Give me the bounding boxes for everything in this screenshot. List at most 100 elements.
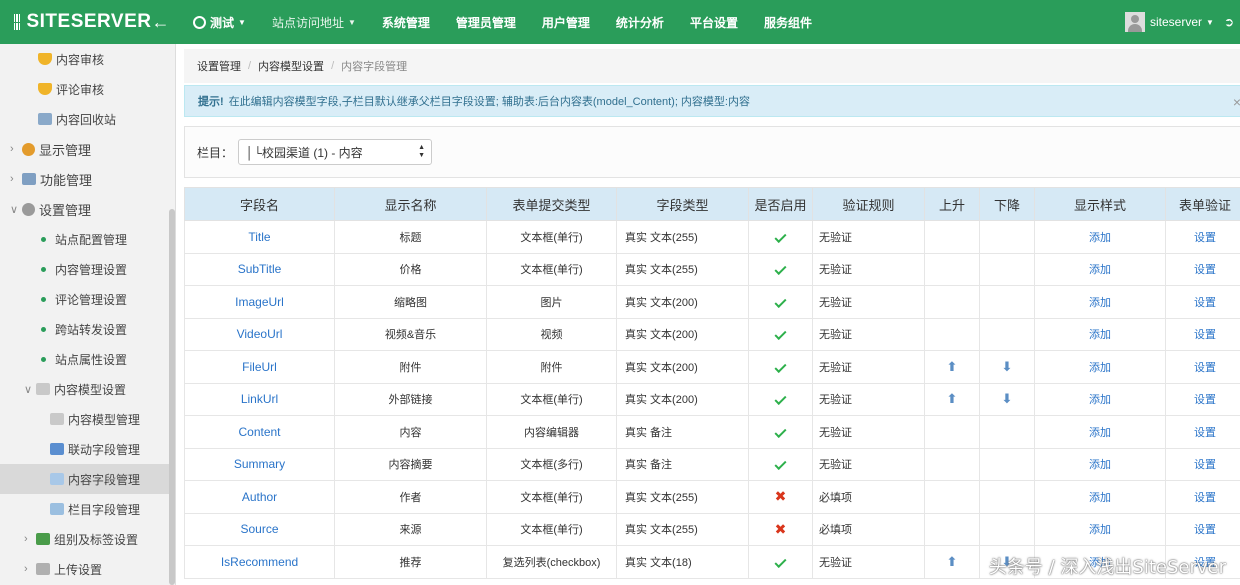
add-style-link[interactable]: 添加 bbox=[1089, 492, 1111, 504]
set-validation-link[interactable]: 设置 bbox=[1194, 459, 1216, 471]
move-down-cell bbox=[979, 415, 1035, 449]
chevron-right-icon: › bbox=[24, 563, 28, 575]
display-name-cell: 附件 bbox=[334, 350, 487, 384]
move-up-cell bbox=[924, 512, 980, 546]
field-name-link[interactable]: LinkUrl bbox=[184, 382, 335, 416]
sidebar-item[interactable]: 站点配置管理 bbox=[0, 224, 175, 254]
select-arrows-icon: ▲ ▼ bbox=[418, 144, 426, 159]
sidebar-item[interactable]: 内容管理设置 bbox=[0, 254, 175, 284]
sidebar-item-label: 内容审核 bbox=[56, 52, 105, 67]
set-validation-link[interactable]: 设置 bbox=[1194, 524, 1216, 536]
add-style-link[interactable]: 添加 bbox=[1089, 264, 1111, 276]
nav-admin[interactable]: 管理员管理 bbox=[443, 0, 529, 44]
sidebar-item[interactable]: ∨ 设置管理 bbox=[0, 194, 175, 224]
field-name-link[interactable]: IsRecommend bbox=[184, 545, 335, 579]
nav-system[interactable]: 系统管理 bbox=[369, 0, 443, 44]
sidebar-item[interactable]: 联动字段管理 bbox=[0, 434, 175, 464]
wrench-icon bbox=[22, 173, 36, 185]
set-validation-link[interactable]: 设置 bbox=[1194, 329, 1216, 341]
field-name-link[interactable]: FileUrl bbox=[184, 350, 335, 384]
chart-icon bbox=[50, 443, 64, 455]
display-name-cell: 价格 bbox=[334, 252, 487, 286]
enabled-cell bbox=[748, 220, 813, 254]
sidebar-item-label: 栏目字段管理 bbox=[68, 502, 141, 517]
field-name-link[interactable]: Content bbox=[184, 415, 335, 449]
add-style-link[interactable]: 添加 bbox=[1089, 232, 1111, 244]
arrow-down-icon[interactable]: ⬇ bbox=[1002, 359, 1013, 374]
arrow-up-icon[interactable]: ⬆ bbox=[947, 391, 958, 406]
nav-stats[interactable]: 统计分析 bbox=[603, 0, 677, 44]
nav-site-selector[interactable]: 测试 ▼ bbox=[180, 0, 259, 44]
channel-select[interactable]: │└校园渠道 (1) - 内容 ▲ ▼ bbox=[238, 139, 433, 165]
set-validation-link[interactable]: 设置 bbox=[1194, 492, 1216, 504]
rule-cell: 无验证 bbox=[812, 350, 925, 384]
field-name-link[interactable]: VideoUrl bbox=[184, 317, 335, 351]
add-style-link[interactable]: 添加 bbox=[1089, 524, 1111, 536]
move-up-cell: ⬆ bbox=[924, 382, 980, 416]
set-validation-link[interactable]: 设置 bbox=[1194, 264, 1216, 276]
sidebar-item[interactable]: 内容审核 bbox=[0, 44, 175, 74]
nav-site-url[interactable]: 站点访问地址 ▼ bbox=[259, 0, 369, 44]
grid-doc-icon bbox=[50, 503, 64, 515]
add-style-link[interactable]: 添加 bbox=[1089, 329, 1111, 341]
set-validation-link[interactable]: 设置 bbox=[1194, 232, 1216, 244]
shield-icon bbox=[38, 83, 52, 95]
collapse-arrow-icon[interactable]: ← bbox=[152, 12, 171, 33]
arrow-up-icon[interactable]: ⬆ bbox=[947, 359, 958, 374]
sidebar-item[interactable]: 站点属性设置 bbox=[0, 344, 175, 374]
nav-services[interactable]: 服务组件 bbox=[751, 0, 825, 44]
sidebar-item[interactable]: › 显示管理 bbox=[0, 134, 175, 164]
sidebar-item[interactable]: 内容模型管理 bbox=[0, 404, 175, 434]
nav-platform[interactable]: 平台设置 bbox=[677, 0, 751, 44]
arrow-up-icon[interactable]: ⬆ bbox=[947, 554, 958, 569]
table-row: Source 来源 文本框(单行) 真实 文本(255) ✖ 必填项 添加 设置 bbox=[184, 512, 1240, 546]
table-header-row: 字段名 显示名称 表单提交类型 字段类型 是否启用 验证规则 上升 下降 显示样… bbox=[184, 187, 1240, 221]
add-style-link[interactable]: 添加 bbox=[1089, 362, 1111, 374]
add-style-link[interactable]: 添加 bbox=[1089, 297, 1111, 309]
sidebar-item[interactable]: 跨站转发设置 bbox=[0, 314, 175, 344]
rule-cell: 无验证 bbox=[812, 382, 925, 416]
move-up-cell bbox=[924, 415, 980, 449]
arrow-down-icon[interactable]: ⬇ bbox=[1002, 391, 1013, 406]
brand-logo[interactable]: SITESERVER ← bbox=[0, 0, 180, 44]
add-style-link[interactable]: 添加 bbox=[1089, 427, 1111, 439]
field-name-link[interactable]: Summary bbox=[184, 447, 335, 481]
move-down-cell bbox=[979, 512, 1035, 546]
validate-cell: 设置 bbox=[1165, 415, 1240, 449]
user-menu[interactable]: siteserver ▼ ➲ bbox=[1125, 0, 1240, 44]
add-style-link[interactable]: 添加 bbox=[1089, 394, 1111, 406]
sidebar-item[interactable]: 评论管理设置 bbox=[0, 284, 175, 314]
field-name-link[interactable]: Source bbox=[184, 512, 335, 546]
validate-cell: 设置 bbox=[1165, 512, 1240, 546]
col-header-down: 下降 bbox=[979, 187, 1035, 221]
field-name-link[interactable]: Title bbox=[184, 220, 335, 254]
set-validation-link[interactable]: 设置 bbox=[1194, 394, 1216, 406]
move-up-cell: ⬆ bbox=[924, 350, 980, 384]
field-name-link[interactable]: ImageUrl bbox=[184, 285, 335, 319]
close-icon[interactable]: × bbox=[1233, 94, 1240, 110]
sidebar-item[interactable]: 评论审核 bbox=[0, 74, 175, 104]
set-validation-link[interactable]: 设置 bbox=[1194, 427, 1216, 439]
sidebar-item-label: 站点配置管理 bbox=[55, 232, 128, 247]
add-style-link[interactable]: 添加 bbox=[1089, 459, 1111, 471]
validate-cell: 设置 bbox=[1165, 350, 1240, 384]
field-name-link[interactable]: SubTitle bbox=[184, 252, 335, 286]
sidebar-item[interactable]: 内容字段管理 bbox=[0, 464, 175, 494]
sidebar-scrollbar[interactable] bbox=[169, 209, 175, 585]
col-header-input-type: 表单提交类型 bbox=[486, 187, 617, 221]
edit-doc-icon bbox=[50, 473, 64, 485]
rule-cell: 无验证 bbox=[812, 447, 925, 481]
field-name-link[interactable]: Author bbox=[184, 480, 335, 514]
set-validation-link[interactable]: 设置 bbox=[1194, 297, 1216, 309]
sidebar-item[interactable]: › 上传设置 bbox=[0, 554, 175, 584]
nav-users[interactable]: 用户管理 bbox=[529, 0, 603, 44]
sidebar-item[interactable]: 内容回收站 bbox=[0, 104, 175, 134]
breadcrumb-item[interactable]: 内容模型设置 bbox=[258, 58, 324, 74]
sidebar-item[interactable]: 栏目字段管理 bbox=[0, 494, 175, 524]
set-validation-link[interactable]: 设置 bbox=[1194, 362, 1216, 374]
logout-icon[interactable]: ➲ bbox=[1224, 15, 1234, 29]
sidebar-item[interactable]: › 功能管理 bbox=[0, 164, 175, 194]
sidebar-item[interactable]: › 组别及标签设置 bbox=[0, 524, 175, 554]
sidebar-item[interactable]: ∨ 内容模型设置 bbox=[0, 374, 175, 404]
breadcrumb-item[interactable]: 设置管理 bbox=[197, 58, 241, 74]
